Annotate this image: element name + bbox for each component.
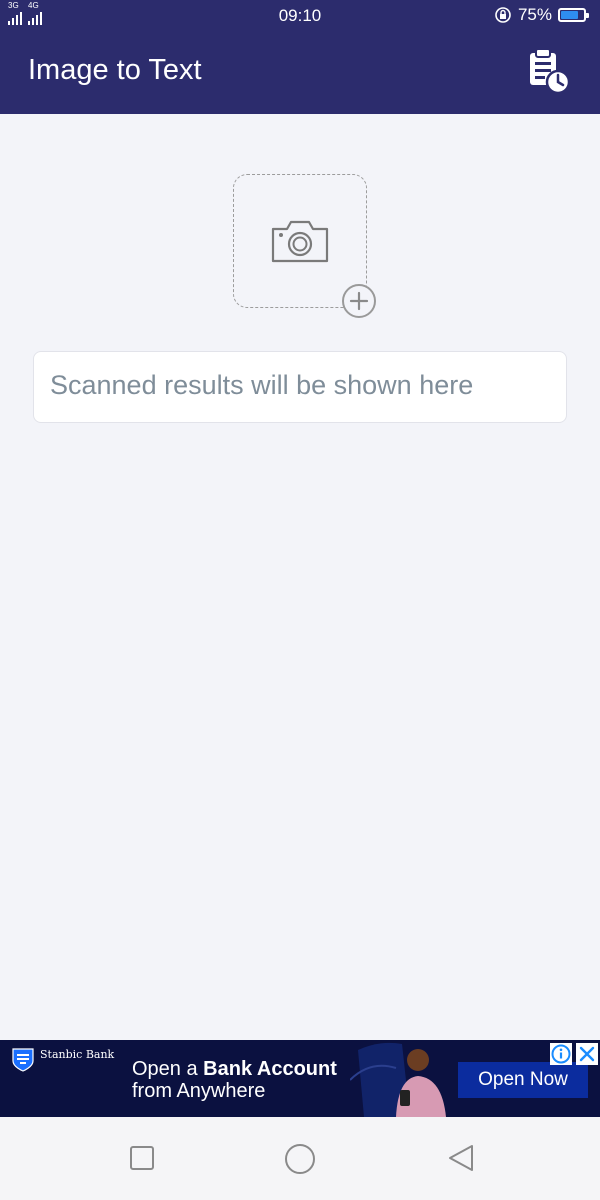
ad-person-image: [350, 1042, 446, 1117]
history-button[interactable]: [520, 44, 576, 100]
square-icon: [130, 1146, 154, 1170]
clipboard-clock-icon: [530, 48, 571, 95]
circle-icon: [285, 1144, 315, 1174]
battery-icon: [558, 8, 589, 22]
ad-brand: Stanbic Bank: [12, 1048, 114, 1072]
open-now-button[interactable]: Open Now: [458, 1062, 588, 1098]
battery-percent: 75%: [517, 5, 552, 24]
camera-icon: [271, 220, 329, 263]
battery-level-fill: [561, 11, 578, 19]
ad-info-button[interactable]: [550, 1043, 572, 1065]
triangle-back-icon: [449, 1145, 473, 1171]
back-button[interactable]: [446, 1143, 476, 1173]
ad-close-button[interactable]: [576, 1043, 598, 1065]
ad-headline-prefix: Open a: [132, 1058, 204, 1080]
rotation-lock-icon: [495, 7, 511, 23]
system-nav-bar: [0, 1117, 600, 1200]
bank-logo-icon: [12, 1048, 34, 1072]
home-button[interactable]: [284, 1143, 315, 1174]
status-bar: 3G 4G 09:10 75%: [0, 0, 600, 32]
close-icon: [579, 1046, 595, 1062]
results-placeholder: Scanned results will be shown here: [50, 370, 474, 400]
info-icon: [551, 1044, 571, 1064]
recents-button[interactable]: [127, 1143, 157, 1173]
ad-headline: Open a Bank Account from Anywhere: [132, 1058, 362, 1102]
ad-headline-suffix: from Anywhere: [132, 1080, 266, 1102]
scan-results-field[interactable]: Scanned results will be shown here: [33, 351, 567, 423]
ad-headline-bold: Bank Account: [203, 1058, 337, 1080]
ad-banner[interactable]: Stanbic Bank Open a Bank Account from An…: [0, 1040, 600, 1117]
page-title: Image to Text: [28, 54, 202, 86]
ad-brand-name: Stanbic Bank: [40, 1048, 115, 1061]
app-bar: Image to Text: [0, 32, 600, 114]
plus-circle-icon: [342, 284, 376, 318]
status-right: 75%: [494, 5, 589, 25]
add-image-button[interactable]: [341, 283, 377, 319]
